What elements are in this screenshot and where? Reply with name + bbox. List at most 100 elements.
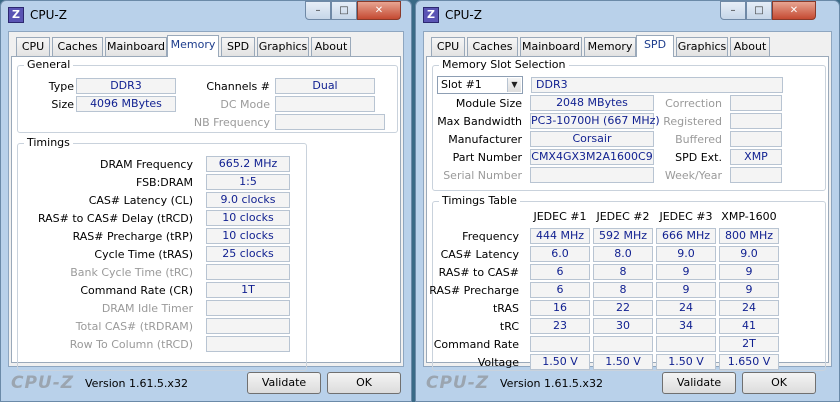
maximize-button[interactable]: □ <box>746 1 772 20</box>
tab-about[interactable]: About <box>730 37 770 56</box>
cpuz-brand-logo: CPU-Z <box>11 373 75 393</box>
timing-label: FSB:DRAM <box>135 176 193 189</box>
timing-label: Row To Column (tRCD) <box>69 338 193 351</box>
timing-label: CAS# Latency (CL) <box>88 194 193 207</box>
table-row-label: CAS# Latency <box>440 248 519 261</box>
table-cell: 666 MHz <box>656 228 716 244</box>
table-row-label: RAS# to CAS# <box>438 266 519 279</box>
tab-graphics[interactable]: Graphics <box>257 37 309 56</box>
memory-slot-group-title: Memory Slot Selection <box>439 58 569 71</box>
timing-value <box>206 300 290 316</box>
table-cell: 41 <box>719 318 779 334</box>
version-text: Version 1.61.5.x32 <box>85 377 188 390</box>
tab-caches[interactable]: Caches <box>467 37 518 56</box>
ok-button[interactable]: OK <box>327 372 401 394</box>
title-bar[interactable]: Z CPU-Z – □ ✕ <box>1 1 411 31</box>
timing-label: Cycle Time (tRAS) <box>94 248 193 261</box>
registered-value <box>730 113 782 129</box>
table-row-label: tRC <box>499 320 519 333</box>
module-size-label: Module Size <box>455 97 522 110</box>
maximize-button[interactable]: □ <box>331 1 357 20</box>
general-group: General Type DDR3 Size 4096 MBytes Chann… <box>17 58 398 133</box>
part-number-label: Part Number <box>452 151 522 164</box>
table-cell: 9 <box>656 264 716 280</box>
table-cell: 30 <box>593 318 653 334</box>
table-cell: 22 <box>593 300 653 316</box>
timing-label: RAS# Precharge (tRP) <box>72 230 193 243</box>
tab-cpu[interactable]: CPU <box>16 37 50 56</box>
dc-mode-value <box>275 96 375 112</box>
tab-spd[interactable]: SPD <box>221 37 255 56</box>
client-area: CPU Caches Mainboard Memory SPD Graphics… <box>423 31 832 371</box>
table-cell: 23 <box>530 318 590 334</box>
week-year-value <box>730 167 782 183</box>
table-cell: 6.0 <box>530 246 590 262</box>
timing-label: Total CAS# (tRDRAM) <box>75 320 193 333</box>
table-cell: 9 <box>719 264 779 280</box>
validate-button[interactable]: Validate <box>247 372 321 394</box>
table-cell <box>530 336 590 352</box>
correction-label: Correction <box>665 97 722 110</box>
module-size-value: 2048 MBytes <box>530 95 654 111</box>
table-cell: 8.0 <box>593 246 653 262</box>
timings-group-title: Timings <box>24 136 73 149</box>
table-row-label: RAS# Precharge <box>429 284 519 297</box>
minimize-button[interactable]: – <box>720 1 746 20</box>
tab-mainboard[interactable]: Mainboard <box>105 37 167 56</box>
tab-graphics[interactable]: Graphics <box>676 37 728 56</box>
close-button[interactable]: ✕ <box>357 1 401 20</box>
slot-type-value: DDR3 <box>531 77 783 93</box>
table-cell: 6 <box>530 264 590 280</box>
close-icon: ✕ <box>789 5 799 16</box>
serial-number-value <box>530 167 654 183</box>
table-cell: 9 <box>656 282 716 298</box>
table-cell: 9.0 <box>719 246 779 262</box>
table-column-header: XMP-1600 <box>721 210 777 223</box>
table-column-header: JEDEC #3 <box>659 210 713 223</box>
validate-button[interactable]: Validate <box>662 372 736 394</box>
timings-group: Timings DRAM Frequency 665.2 MHz FSB:DRAM 1… <box>17 136 307 371</box>
maximize-icon: □ <box>754 5 764 16</box>
tab-memory[interactable]: Memory <box>167 35 219 57</box>
max-bandwidth-value: PC3-10700H (667 MHz) <box>530 113 660 129</box>
ok-button[interactable]: OK <box>742 372 816 394</box>
close-icon: ✕ <box>374 5 384 16</box>
tab-spd[interactable]: SPD <box>636 35 674 57</box>
tab-mainboard[interactable]: Mainboard <box>520 37 582 56</box>
title-bar[interactable]: Z CPU-Z – □ ✕ <box>416 1 839 31</box>
timing-value: 1:5 <box>206 174 290 190</box>
tab-memory[interactable]: Memory <box>584 37 636 56</box>
type-value: DDR3 <box>76 78 176 94</box>
part-number-value: CMX4GX3M2A1600C9 <box>530 149 654 165</box>
window-title: CPU-Z <box>30 8 67 22</box>
table-cell: 8 <box>593 282 653 298</box>
timing-label: DRAM Idle Timer <box>101 302 193 315</box>
tab-about[interactable]: About <box>311 37 351 56</box>
client-area: CPU Caches Mainboard Memory SPD Graphics… <box>8 31 404 371</box>
spd-ext-value: XMP <box>730 149 782 165</box>
cpuz-spd-window: Z CPU-Z – □ ✕ CPU Caches Mainboard Memor… <box>415 0 840 402</box>
tab-caches[interactable]: Caches <box>52 37 103 56</box>
minimize-button[interactable]: – <box>305 1 331 20</box>
timings-table-title: Timings Table <box>439 194 520 207</box>
timing-value: 10 clocks <box>206 228 290 244</box>
slot-select[interactable]: Slot #1 ▼ <box>437 76 523 94</box>
chevron-down-icon[interactable]: ▼ <box>507 78 521 92</box>
table-row-label: Frequency <box>462 230 519 243</box>
table-cell: 2T <box>719 336 779 352</box>
week-year-label: Week/Year <box>664 169 722 182</box>
timing-value <box>206 318 290 334</box>
tab-cpu[interactable]: CPU <box>431 37 465 56</box>
correction-value <box>730 95 782 111</box>
table-cell: 9 <box>719 282 779 298</box>
cpuz-memory-window: Z CPU-Z – □ ✕ CPU Caches Mainboard Memor… <box>0 0 412 402</box>
serial-number-label: Serial Number <box>443 169 522 182</box>
footer: CPU-Z Version 1.61.5.x32 Validate OK <box>416 367 839 401</box>
max-bandwidth-label: Max Bandwidth <box>437 115 522 128</box>
timing-value: 9.0 clocks <box>206 192 290 208</box>
size-label: Size <box>51 98 74 111</box>
table-cell: 444 MHz <box>530 228 590 244</box>
close-button[interactable]: ✕ <box>772 1 816 20</box>
general-group-title: General <box>24 58 74 71</box>
window-title: CPU-Z <box>445 8 482 22</box>
